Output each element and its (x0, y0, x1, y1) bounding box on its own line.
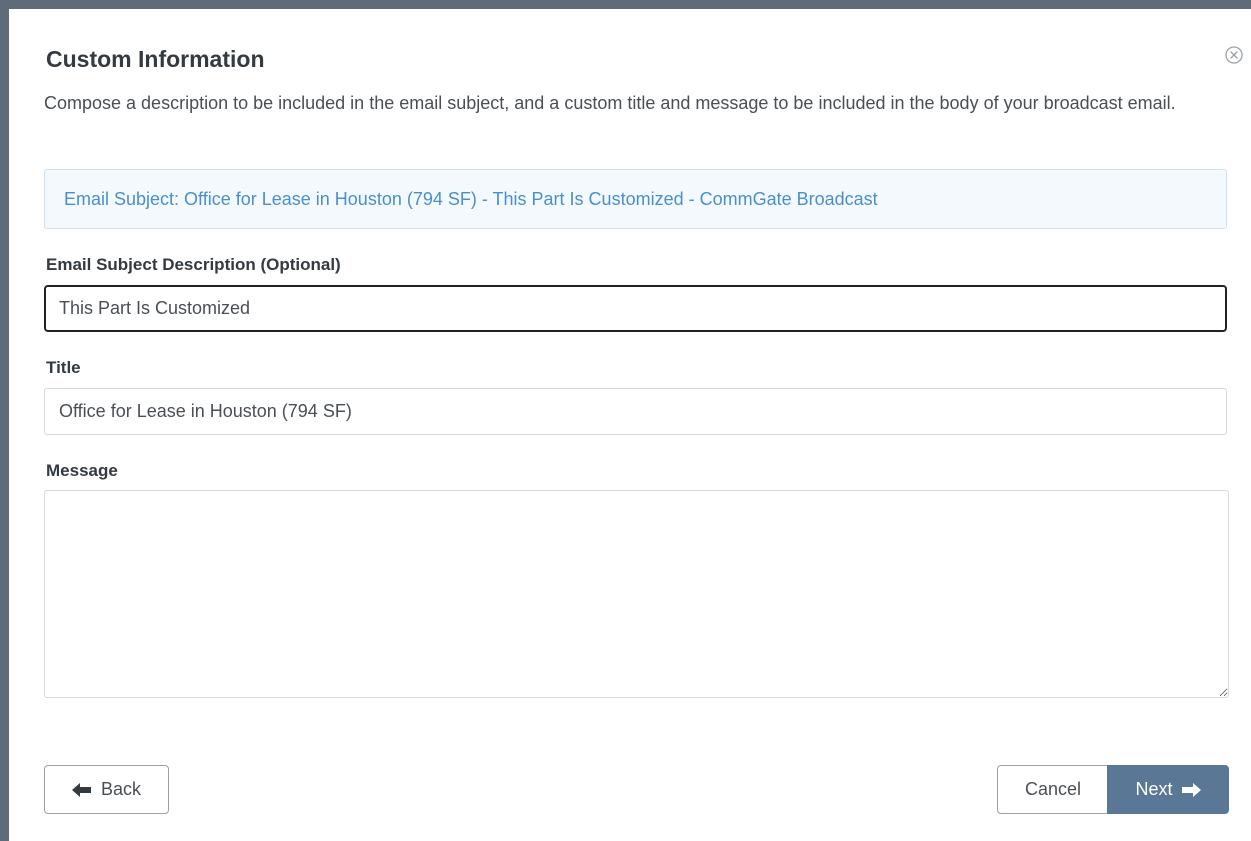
backdrop-left-edge (0, 0, 9, 841)
back-button[interactable]: Back (44, 765, 169, 814)
arrow-right-icon (1181, 782, 1201, 797)
backdrop-top-edge (0, 0, 1251, 9)
message-label: Message (46, 461, 118, 480)
modal-description: Compose a description to be included in … (44, 93, 1176, 113)
modal-title: Custom Information (46, 46, 265, 72)
arrow-left-icon (71, 782, 91, 797)
title-label: Title (46, 358, 81, 377)
back-button-label: Back (100, 779, 142, 799)
cancel-button-label: Cancel (1024, 779, 1082, 799)
close-icon[interactable] (1225, 46, 1243, 64)
email-subject-preview: Email Subject: Office for Lease in Houst… (44, 169, 1227, 229)
email-subject-description-label: Email Subject Description (Optional) (46, 255, 341, 274)
title-input[interactable] (44, 388, 1227, 435)
email-subject-description-input[interactable] (44, 285, 1227, 332)
next-button-label: Next (1135, 779, 1173, 799)
message-textarea[interactable] (44, 490, 1229, 698)
cancel-button[interactable]: Cancel (997, 765, 1108, 814)
next-button[interactable]: Next (1107, 765, 1229, 814)
